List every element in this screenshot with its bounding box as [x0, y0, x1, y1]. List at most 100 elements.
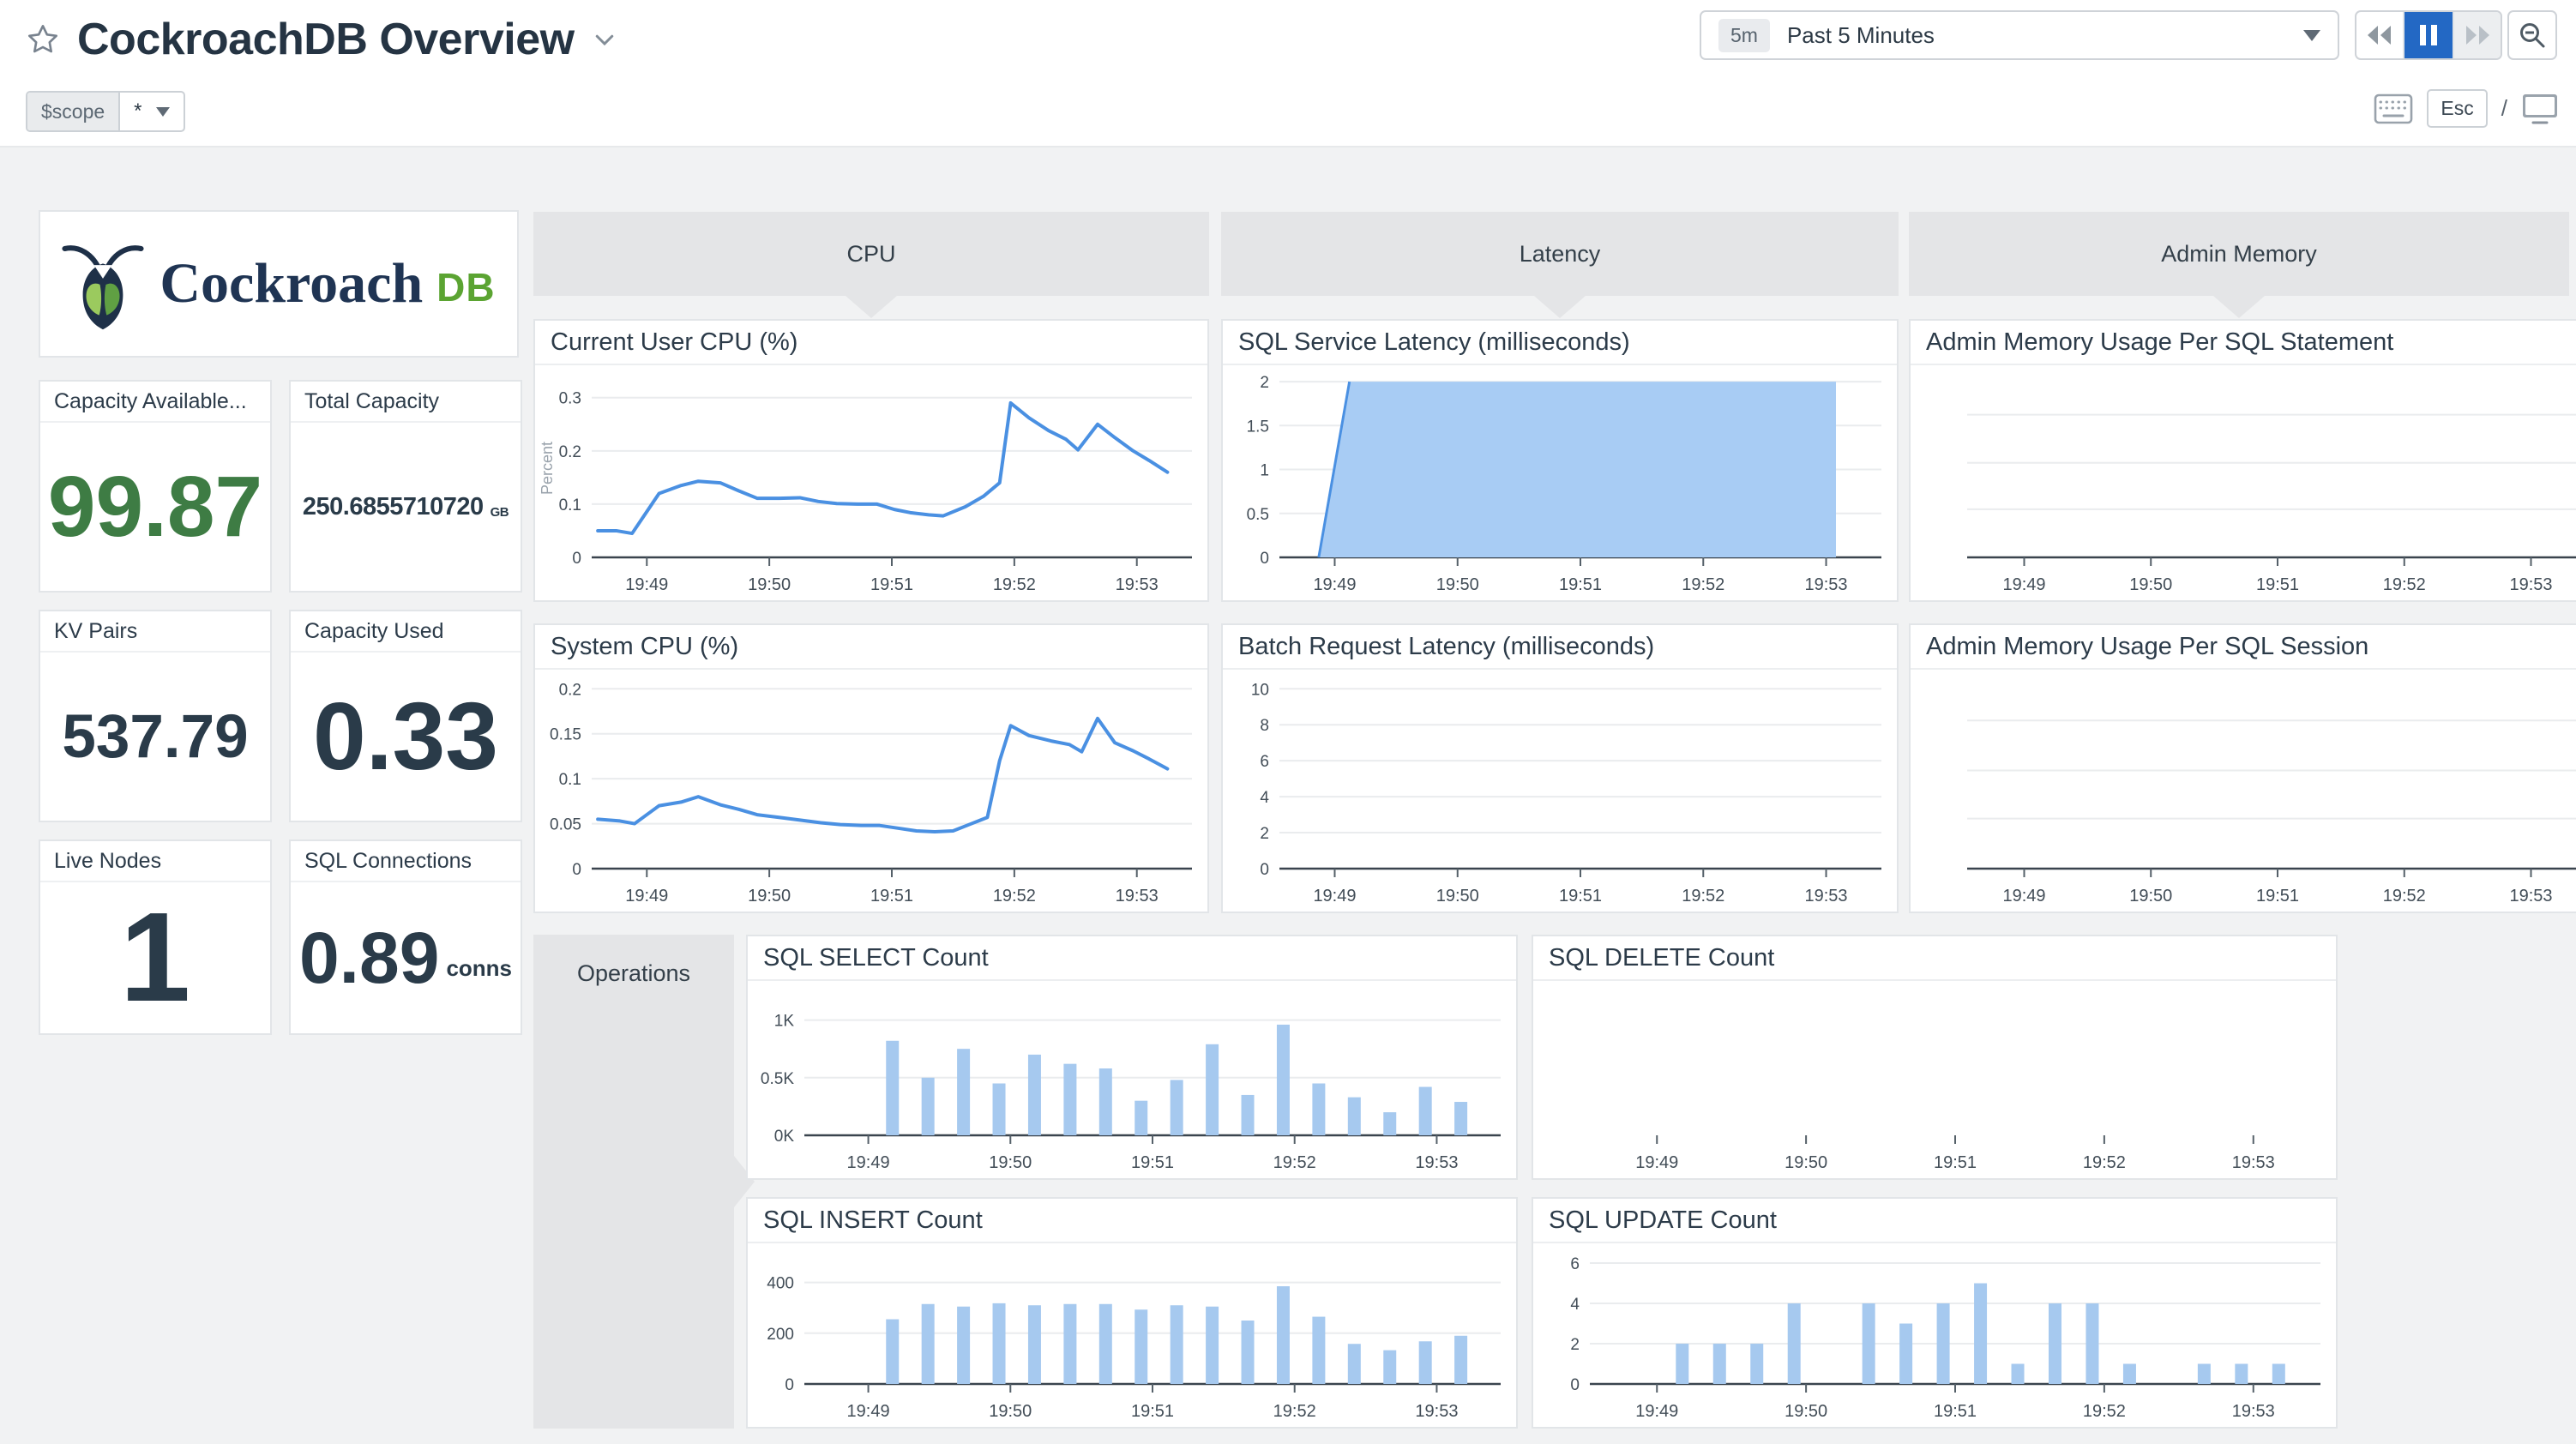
svg-text:19:49: 19:49 — [2002, 887, 2045, 906]
sql-delete-count-plot[interactable]: 19:49 19:50 19:51 19:52 19:53 — [1533, 981, 2336, 1178]
svg-text:19:53: 19:53 — [2232, 1402, 2275, 1421]
svg-text:6: 6 — [1260, 753, 1269, 771]
svg-text:19:53: 19:53 — [1116, 575, 1159, 594]
timeline-controls — [2355, 10, 2502, 60]
chart-title: Admin Memory Usage Per SQL Session — [1911, 625, 2576, 670]
svg-text:0: 0 — [572, 550, 581, 568]
svg-text:0: 0 — [785, 1376, 794, 1394]
metric-value: 537.79 — [62, 702, 249, 771]
chart-card-admin-memory-statement: Admin Memory Usage Per SQL Statement 19:… — [1909, 319, 2576, 602]
metric-card-sql-connections: SQL Connections 0.89 conns — [289, 839, 522, 1035]
fullscreen-tv-icon[interactable] — [2521, 92, 2559, 126]
sql-update-count-plot[interactable]: 0 2 4 6 19:49 19:50 19:51 19:52 19:53 — [1533, 1243, 2336, 1427]
logo-wordmark: Cockroach — [159, 252, 424, 315]
svg-text:19:50: 19:50 — [989, 1153, 1032, 1172]
sql-select-count-plot[interactable]: 0K 0.5K 1K 19:49 19:50 19:51 19:52 19:53 — [748, 981, 1516, 1178]
chart-title: Admin Memory Usage Per SQL Statement — [1911, 321, 2576, 365]
svg-text:19:49: 19:49 — [1313, 575, 1356, 594]
chart-title: SQL Service Latency (milliseconds) — [1223, 321, 1897, 365]
svg-text:19:49: 19:49 — [847, 1402, 890, 1421]
batch-request-latency-plot[interactable]: 0 2 4 6 8 10 19:49 19:50 19:51 19:52 19:53 — [1223, 670, 1897, 912]
svg-text:19:53: 19:53 — [2509, 575, 2552, 594]
pause-icon — [2420, 25, 2437, 45]
group-header-admin-memory[interactable]: Admin Memory — [1909, 212, 2569, 318]
scope-variable-value[interactable]: * — [120, 93, 183, 130]
page-title: CockroachDB Overview — [77, 15, 575, 64]
svg-text:0.2: 0.2 — [559, 443, 581, 461]
sql-insert-count-plot[interactable]: 0 200 400 19:49 19:50 19:51 19:52 19:53 — [748, 1243, 1516, 1427]
time-range-picker[interactable]: 5m Past 5 Minutes — [1700, 10, 2339, 60]
title-chevron-down-icon[interactable] — [592, 27, 617, 52]
svg-text:19:50: 19:50 — [1785, 1402, 1827, 1421]
group-header-latency[interactable]: Latency — [1221, 212, 1899, 318]
system-cpu-plot[interactable]: 0 0.05 0.1 0.15 0.2 19:49 19:50 19:51 19:52 19:53 — [535, 670, 1207, 912]
svg-text:19:52: 19:52 — [993, 575, 1036, 594]
svg-text:19:53: 19:53 — [1415, 1153, 1458, 1172]
svg-text:19:51: 19:51 — [2256, 887, 2299, 906]
svg-text:19:52: 19:52 — [1682, 887, 1724, 906]
metric-title: Live Nodes — [40, 841, 270, 882]
group-label: Latency — [1519, 240, 1601, 267]
svg-text:19:51: 19:51 — [1559, 887, 1602, 906]
rewind-icon — [2368, 26, 2391, 45]
metric-title: KV Pairs — [40, 611, 270, 653]
group-header-operations[interactable]: Operations — [533, 935, 755, 1429]
chart-card-sql-service-latency: SQL Service Latency (milliseconds) 0 0.5 1… — [1221, 319, 1899, 602]
fast-forward-button[interactable] — [2453, 12, 2501, 58]
svg-text:19:50: 19:50 — [1785, 1153, 1827, 1172]
chart-card-sql-select-count: SQL SELECT Count 0K 0.5K 1K 19:49 19:50 19:51… — [746, 935, 1518, 1180]
chart-title: Current User CPU (%) — [535, 321, 1207, 365]
svg-text:Percent: Percent — [539, 442, 556, 495]
svg-text:19:51: 19:51 — [2256, 575, 2299, 594]
keyboard-icon[interactable] — [2374, 93, 2413, 124]
svg-text:2: 2 — [1570, 1336, 1580, 1354]
svg-text:10: 10 — [1251, 681, 1269, 699]
svg-text:19:53: 19:53 — [2509, 887, 2552, 906]
time-range-badge: 5m — [1718, 18, 1770, 52]
sql-service-latency-plot[interactable]: 0 0.5 1 1.5 2 19:49 19:50 19:51 19:52 19:53 — [1223, 365, 1897, 600]
metric-card-capacity-available: Capacity Available... 99.87 — [39, 380, 272, 593]
chart-title: SQL UPDATE Count — [1533, 1199, 2336, 1243]
admin-memory-session-plot[interactable]: 19:49 19:50 19:51 19:52 19:53 — [1911, 670, 2576, 912]
chart-title: System CPU (%) — [535, 625, 1207, 670]
group-header-cpu[interactable]: CPU — [533, 212, 1209, 318]
esc-button[interactable]: Esc — [2427, 89, 2488, 128]
svg-text:19:50: 19:50 — [2129, 887, 2172, 906]
chart-card-sql-delete-count: SQL DELETE Count 19:49 19:50 19:51 19:52 19:… — [1532, 935, 2338, 1180]
svg-text:8: 8 — [1260, 717, 1269, 735]
svg-text:4: 4 — [1570, 1296, 1580, 1314]
svg-text:19:53: 19:53 — [1804, 887, 1847, 906]
svg-text:19:53: 19:53 — [2232, 1153, 2275, 1172]
group-pointer — [846, 296, 897, 318]
chart-card-batch-request-latency: Batch Request Latency (milliseconds) 0 2 4… — [1221, 623, 1899, 913]
svg-text:19:53: 19:53 — [1804, 575, 1847, 594]
svg-text:0.2: 0.2 — [559, 681, 581, 699]
rewind-button[interactable] — [2356, 12, 2404, 58]
group-label: Operations — [576, 960, 691, 986]
metric-unit: GB — [490, 504, 509, 520]
svg-text:0: 0 — [1570, 1376, 1580, 1394]
zoom-out-button[interactable] — [2507, 10, 2557, 60]
metric-value: 99.87 — [47, 458, 263, 555]
chart-title: SQL SELECT Count — [748, 936, 1516, 981]
metric-card-total-capacity: Total Capacity 250.6855710720 GB — [289, 380, 522, 593]
metric-title: Capacity Used — [291, 611, 521, 653]
svg-text:6: 6 — [1570, 1255, 1580, 1273]
svg-text:19:51: 19:51 — [1131, 1153, 1174, 1172]
cockroachdb-logo-card: Cockroach DB — [39, 210, 519, 358]
svg-text:19:50: 19:50 — [748, 575, 791, 594]
chart-card-sql-update-count: SQL UPDATE Count 0 2 4 6 19:49 19:50 19:51 19:5… — [1532, 1197, 2338, 1429]
pause-button[interactable] — [2404, 12, 2453, 58]
chart-card-current-user-cpu: Current User CPU (%) 0 0.1 0.2 0.3 19:49 19:5… — [533, 319, 1209, 602]
admin-memory-statement-plot[interactable]: 19:49 19:50 19:51 19:52 19:53 — [1911, 365, 2576, 600]
svg-text:19:49: 19:49 — [1635, 1402, 1678, 1421]
svg-text:19:51: 19:51 — [1131, 1402, 1174, 1421]
chart-title: Batch Request Latency (milliseconds) — [1223, 625, 1897, 670]
svg-text:2: 2 — [1260, 825, 1269, 843]
svg-text:19:51: 19:51 — [870, 575, 913, 594]
svg-text:19:52: 19:52 — [2083, 1402, 2126, 1421]
svg-text:19:51: 19:51 — [1934, 1153, 1977, 1172]
template-variable-scope[interactable]: $scope * — [26, 91, 185, 132]
current-user-cpu-plot[interactable]: 0 0.1 0.2 0.3 19:49 19:50 19:51 19:52 19:53 Perce… — [535, 365, 1207, 600]
favorite-star-icon[interactable] — [26, 22, 60, 57]
